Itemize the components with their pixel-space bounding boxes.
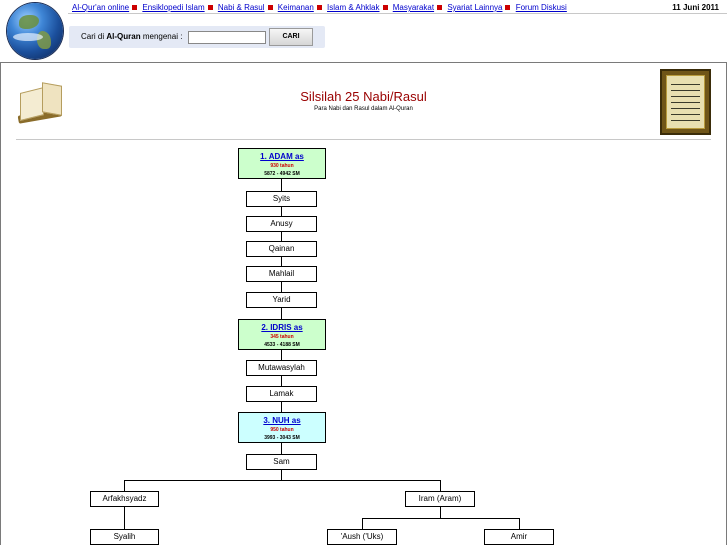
bullet-icon: [316, 4, 322, 10]
bullet-icon: [437, 4, 443, 10]
bullet-icon: [505, 4, 511, 10]
prophet-age: 930 tahun: [270, 163, 294, 169]
tree-connector: [281, 232, 282, 241]
prophet-years: 4533 - 4188 SM: [264, 342, 300, 348]
page-title: Silsilah 25 Nabi/Rasul: [300, 89, 427, 104]
tree-connector: [440, 507, 441, 518]
prophet-box-idris[interactable]: 2. IDRIS as 345 tahun 4533 - 4188 SM: [238, 319, 326, 350]
tree-connector: [281, 376, 282, 386]
search-label: Cari di Al-Quran mengenai :: [81, 32, 183, 41]
tree-branch-line: [362, 518, 519, 519]
bullet-icon: [132, 4, 138, 10]
prophet-years: 5872 - 4942 SM: [264, 171, 300, 177]
tree-node-mahlail: Mahlail: [246, 266, 317, 282]
nav-link-islam-ahklak[interactable]: Islam & Ahklak: [327, 3, 379, 12]
tree-connector: [281, 470, 282, 480]
tree-node-aush: 'Aush ('Uks): [327, 529, 397, 545]
tree-branch-line: [124, 480, 440, 481]
bullet-icon: [207, 4, 213, 10]
nav-link-ensiklopedi-islam[interactable]: Ensiklopedi Islam: [142, 3, 204, 12]
tree-connector: [281, 207, 282, 216]
tree-node-iram: Iram (Aram): [405, 491, 475, 507]
tree-node-syits: Syits: [246, 191, 317, 207]
main-nav: Al-Qur'an online Ensiklopedi Islam Nabi …: [72, 3, 567, 12]
tree-connector: [281, 350, 282, 360]
globe-logo[interactable]: [7, 3, 63, 59]
nav-link-nabi-rasul[interactable]: Nabi & Rasul: [218, 3, 265, 12]
bullet-icon: [267, 4, 273, 10]
prophet-box-nuh[interactable]: 3. NUH as 950 tahun 3993 - 3043 SM: [238, 412, 326, 443]
prophet-name-link[interactable]: 2. IDRIS as: [239, 323, 325, 332]
tree-connector: [440, 480, 441, 491]
prophet-years: 3993 - 3043 SM: [264, 435, 300, 441]
quran-calligraphy-image: [660, 69, 711, 135]
prophet-name-link[interactable]: 3. NUH as: [239, 416, 325, 425]
tree-connector: [281, 308, 282, 319]
page-subtitle: Para Nabi dan Rasul dalam Al-Quran: [314, 106, 413, 112]
search-button[interactable]: CARI: [269, 28, 313, 46]
tree-connector: [281, 282, 282, 292]
nav-divider: [68, 13, 727, 14]
prophet-age: 950 tahun: [270, 427, 294, 433]
prophet-name-link[interactable]: 1. ADAM as: [239, 152, 325, 161]
tree-connector: [281, 443, 282, 454]
tree-node-mutawasylah: Mutawasylah: [246, 360, 317, 376]
tree-node-arfakhsyadz: Arfakhsyadz: [90, 491, 159, 507]
date-label: 11 Juni 2011: [672, 3, 719, 12]
nav-link-forum-diskusi[interactable]: Forum Diskusi: [516, 3, 567, 12]
nav-link-alquran-online[interactable]: Al-Qur'an online: [72, 3, 129, 12]
tree-node-amir: Amir: [484, 529, 554, 545]
tree-node-lamak: Lamak: [246, 386, 317, 402]
tree-connector: [124, 480, 125, 491]
tree-node-anusy: Anusy: [246, 216, 317, 232]
tree-connector: [281, 179, 282, 191]
tree-node-sam: Sam: [246, 454, 317, 470]
prophet-age: 345 tahun: [270, 334, 294, 340]
content-divider: [16, 139, 711, 140]
tree-node-syalih: Syalih: [90, 529, 159, 545]
tree-connector: [124, 507, 125, 529]
tree-connector: [519, 518, 520, 529]
search-form: Cari di Al-Quran mengenai : CARI: [69, 26, 325, 48]
nav-link-masyarakat[interactable]: Masyarakat: [393, 3, 434, 12]
prophet-box-adam[interactable]: 1. ADAM as 930 tahun 5872 - 4942 SM: [238, 148, 326, 179]
tree-connector: [362, 518, 363, 529]
bullet-icon: [382, 4, 388, 10]
tree-node-yarid: Yarid: [246, 292, 317, 308]
top-bar: Al-Qur'an online Ensiklopedi Islam Nabi …: [0, 0, 727, 62]
tree-connector: [281, 257, 282, 266]
content-frame: [0, 62, 727, 545]
nav-link-keimanan[interactable]: Keimanan: [278, 3, 314, 12]
tree-connector: [281, 402, 282, 412]
nav-link-syariat-lainnya[interactable]: Syariat Lainnya: [447, 3, 502, 12]
search-input[interactable]: [188, 31, 266, 44]
tree-node-qainan: Qainan: [246, 241, 317, 257]
